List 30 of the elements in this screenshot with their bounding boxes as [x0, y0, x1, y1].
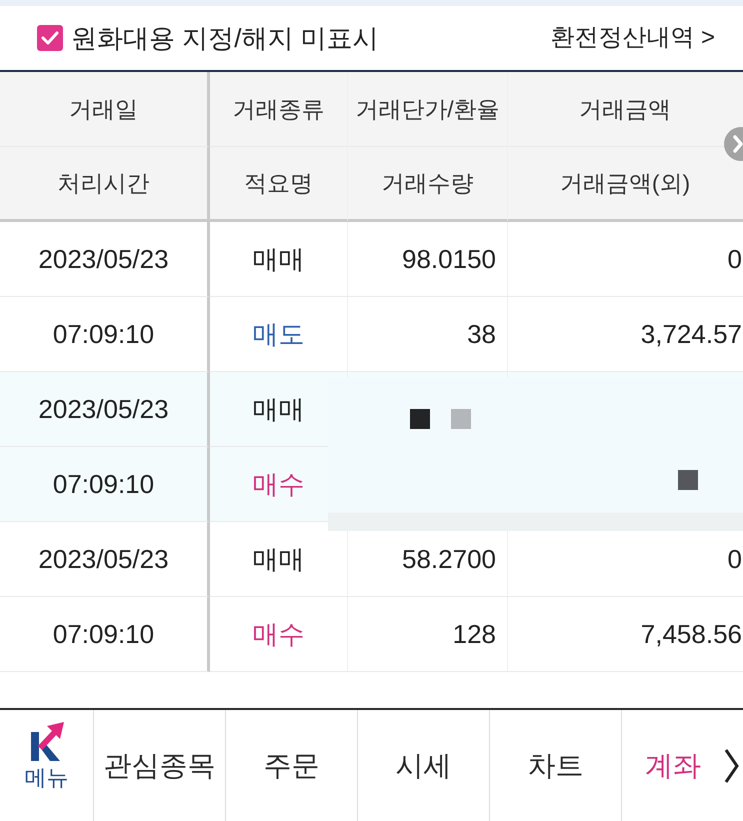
table-record[interactable]: 2023/05/23 매매 07:09:10 매수 — [0, 372, 743, 522]
square-icon — [410, 409, 430, 429]
logo-icon — [30, 722, 64, 762]
table-record[interactable]: 2023/05/23 매매 58.2700 0 07:09:10 매수 128 7,458.56 — [0, 522, 743, 672]
table-cell: 2023/05/23 — [0, 522, 210, 597]
checkbox[interactable] — [37, 25, 63, 51]
chevron-right-icon[interactable] — [724, 748, 739, 784]
table-cell: 128 — [348, 597, 508, 672]
table-cell: 07:09:10 — [0, 597, 210, 672]
column-header: 처리시간 — [0, 147, 210, 222]
table-cell: 07:09:10 — [0, 447, 210, 522]
square-icon — [451, 409, 471, 429]
table-cell: 2023/05/23 — [0, 372, 210, 447]
settlement-history-link[interactable]: 환전정산내역 > — [550, 26, 715, 50]
table-cell: 매매 — [210, 522, 348, 597]
table-cell: 0 — [508, 222, 743, 297]
checkbox-label: 원화대용 지정/해지 미표시 — [71, 25, 379, 51]
table-cell: 매매 — [210, 222, 348, 297]
column-header: 거래수량 — [348, 147, 508, 222]
column-header: 거래금액(외) — [508, 147, 743, 222]
column-header: 거래금액 — [508, 72, 743, 147]
column-header: 거래종류 — [210, 72, 348, 147]
table-cell: 7,458.56 — [508, 597, 743, 672]
square-icon — [678, 470, 698, 490]
table-cell: 매수 — [210, 597, 348, 672]
column-header: 거래단가/환율 — [348, 72, 508, 147]
table-cell: 98.0150 — [348, 222, 508, 297]
column-header: 적요명 — [210, 147, 348, 222]
table-cell: 2023/05/23 — [0, 222, 210, 297]
column-header: 거래일 — [0, 72, 210, 147]
